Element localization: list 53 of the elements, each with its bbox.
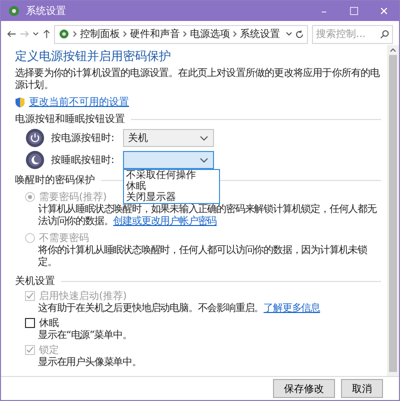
window-title: 系统设置 [26,4,66,18]
dropdown-option[interactable]: 不采取任何操作 [124,170,219,181]
chevron-down-icon[interactable] [33,32,39,36]
minimize-button[interactable]: – [309,1,339,21]
checkbox-label: 锁定 [39,344,59,357]
action-dropdown[interactable]: 关机 [123,129,214,147]
radio-label: 需要密码(推荐) [39,190,107,204]
breadcrumb[interactable]: 控制面板 [80,27,120,41]
checkbox-label: 启用快速启动(推荐) [39,290,127,302]
page-heading: 定义电源按钮并启用密码保护 [15,48,172,65]
breadcrumb[interactable]: 电源选项 [190,27,230,41]
refresh-icon[interactable] [295,30,304,38]
change-settings-link[interactable]: 更改当前不可用的设置 [29,95,129,109]
chevron-right-icon [183,31,188,37]
option-description: 计算机从睡眠状态唤醒时，如果未输入正确的密码来解锁计算机锁定，任何人都无法访问你的数据。创建或更改用户帐户密码 [38,204,378,228]
chevron-right-icon [73,31,78,37]
chevron-right-icon [123,31,128,37]
section-title: 电源按钮和睡眠按钮设置 [15,112,125,126]
search-icon [380,30,390,38]
radio-label: 不需要密码 [39,232,89,244]
up-arrow-icon[interactable] [42,29,50,39]
chevron-right-icon [233,31,238,37]
shield-icon [15,96,25,108]
option-description: 这有助于在关机之后更快地启动电脑。不会影响重启。了解更多信息 [38,303,322,315]
close-button[interactable]: ✕ [369,1,399,21]
checkbox[interactable] [25,318,35,328]
search-field[interactable]: 搜索控制... [312,24,394,44]
section-title: 唤醒时的密码保护 [15,174,95,187]
maximize-button[interactable]: ☐ [339,1,369,21]
breadcrumb[interactable]: 硬件和声音 [130,27,180,41]
option-description: 显示在“电源”菜单中。 [38,330,133,342]
chevron-down-icon[interactable] [286,32,292,36]
power-icon [25,128,45,148]
chevron-down-icon [200,136,208,140]
moon-icon [25,150,45,170]
option-description: 将你的计算机从睡眠状态唤醒时，任何人都可以访问你的数据，因为计算机未锁定。 [38,245,368,269]
footer-button[interactable]: 取消 [341,379,383,398]
action-dropdown[interactable] [123,151,214,169]
chevron-down-icon [200,158,208,162]
button-action-label: 按电源按钮时: [51,132,116,145]
section-title: 关机设置 [15,274,55,288]
footer-button[interactable]: 保存修改 [273,379,335,398]
dropdown-option[interactable]: 关闭显示器 [124,192,219,203]
back-arrow-icon[interactable] [7,30,16,38]
scrollbar[interactable] [387,45,399,376]
breadcrumb[interactable]: 系统设置 [240,27,280,41]
description-text: 选择要为你的计算机设置的电源设置。在此页上对设置所做的更改将应用于你所有的电源计划。 [15,68,381,92]
button-action-label: 按睡眠按钮时: [51,154,116,167]
scroll-up-icon[interactable] [390,48,396,52]
checkbox-label: 休眠 [39,317,59,330]
dropdown-option[interactable]: 休眠 [124,181,219,192]
address-bar[interactable]: 控制面板 硬件和声音 电源选项 系统设置 [54,24,308,44]
option-description: 显示在用户头像菜单中。 [38,357,142,369]
